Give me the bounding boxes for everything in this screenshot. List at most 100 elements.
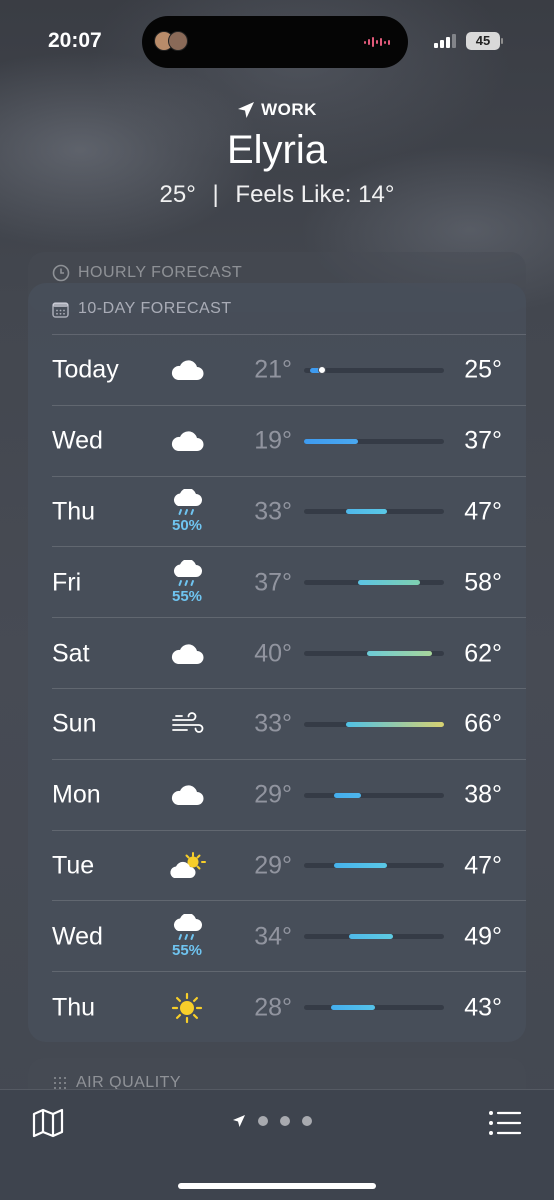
page-dot[interactable] bbox=[302, 1116, 312, 1126]
current-conditions: 25° | Feels Like: 14° bbox=[0, 181, 554, 209]
high-temp: 37° bbox=[464, 426, 502, 455]
cloud-icon bbox=[169, 429, 205, 453]
shareplay-avatars-icon bbox=[154, 31, 190, 53]
page-dot[interactable] bbox=[280, 1116, 290, 1126]
battery-cap-icon bbox=[501, 38, 503, 44]
high-temp: 47° bbox=[464, 851, 502, 880]
ten-day-forecast-title: 10-DAY FORECAST bbox=[78, 300, 232, 317]
temperature-range-fill bbox=[333, 792, 361, 798]
day-label: Today bbox=[52, 355, 119, 384]
day-label: Mon bbox=[52, 780, 101, 809]
low-temp: 37° bbox=[254, 568, 292, 597]
location-label: WORK bbox=[261, 100, 317, 119]
cloud-icon bbox=[169, 358, 205, 382]
forecast-row[interactable]: Mon 29° 38° bbox=[28, 760, 526, 831]
forecast-row[interactable]: Thu 28° 43° bbox=[28, 972, 526, 1043]
condition bbox=[162, 406, 212, 477]
cellular-signal-icon bbox=[434, 34, 460, 48]
high-temp: 66° bbox=[464, 709, 502, 738]
temperature-range-bar bbox=[304, 792, 444, 798]
condition bbox=[162, 689, 212, 760]
low-temp: 33° bbox=[254, 709, 292, 738]
temperature-range-bar bbox=[304, 438, 444, 444]
precip-chance: 55% bbox=[171, 588, 203, 606]
low-temp: 19° bbox=[254, 426, 292, 455]
forecast-row[interactable]: Tue 29° 47° bbox=[28, 831, 526, 902]
current-temperature: 25° bbox=[159, 181, 196, 208]
cloud-icon bbox=[169, 783, 205, 807]
forecast-row[interactable]: Sun 33° 66° bbox=[28, 689, 526, 760]
low-temp: 21° bbox=[254, 355, 292, 384]
temperature-range-fill bbox=[357, 580, 421, 586]
page-dot[interactable] bbox=[258, 1116, 268, 1126]
calendar-icon bbox=[52, 301, 69, 318]
forecast-row[interactable]: Wed 19° 37° bbox=[28, 406, 526, 477]
condition: 50% bbox=[162, 477, 212, 548]
location-list-icon[interactable] bbox=[488, 1110, 522, 1136]
feels-like: Feels Like: 14° bbox=[235, 181, 395, 208]
high-temp: 47° bbox=[464, 497, 502, 526]
day-label: Sun bbox=[52, 709, 97, 738]
forecast-row[interactable]: Today 21° 25° bbox=[28, 335, 526, 406]
forecast-row[interactable]: Thu 50% 33° 47° bbox=[28, 477, 526, 548]
temperature-range-bar bbox=[304, 721, 444, 727]
temperature-range-bar bbox=[304, 366, 444, 375]
low-temp: 33° bbox=[254, 497, 292, 526]
temperature-range-fill bbox=[348, 934, 394, 940]
condition: 55% bbox=[162, 901, 212, 972]
location-label-row: WORK bbox=[0, 100, 554, 120]
condition bbox=[162, 335, 212, 406]
ten-day-forecast-header: 10-DAY FORECAST bbox=[52, 300, 232, 318]
page-indicator[interactable] bbox=[232, 1114, 312, 1128]
high-temp: 38° bbox=[464, 780, 502, 809]
current-temp-dot bbox=[317, 366, 326, 375]
day-label: Sat bbox=[52, 639, 90, 668]
hourly-forecast-header: HOURLY FORECAST bbox=[52, 264, 242, 282]
forecast-row[interactable]: Wed 55% 34° 49° bbox=[28, 901, 526, 973]
hourly-forecast-title: HOURLY FORECAST bbox=[78, 264, 243, 281]
separator: | bbox=[212, 181, 219, 208]
temperature-range-bar bbox=[304, 1005, 444, 1011]
high-temp: 25° bbox=[464, 355, 502, 384]
ten-day-forecast-card[interactable]: 10-DAY FORECAST Today 21° 25° Wed 19° 37° Thu 5… bbox=[28, 283, 526, 1042]
rain-cloud-icon bbox=[170, 914, 204, 944]
dynamic-island[interactable] bbox=[142, 16, 408, 68]
temperature-range-bar bbox=[304, 863, 444, 869]
temperature-range-bar bbox=[304, 509, 444, 515]
map-icon[interactable] bbox=[32, 1108, 64, 1138]
home-indicator[interactable] bbox=[178, 1183, 376, 1189]
cloud-icon bbox=[169, 642, 205, 666]
clock-icon bbox=[52, 264, 70, 282]
status-time: 20:07 bbox=[48, 29, 102, 52]
temperature-range-fill bbox=[345, 509, 388, 515]
rain-cloud-icon bbox=[170, 560, 204, 590]
temperature-range-bar bbox=[304, 580, 444, 586]
condition bbox=[162, 618, 212, 689]
precip-chance: 50% bbox=[171, 517, 203, 535]
precip-chance: 55% bbox=[171, 942, 203, 960]
day-label: Wed bbox=[52, 426, 103, 455]
low-temp: 29° bbox=[254, 780, 292, 809]
condition: 55% bbox=[162, 547, 212, 618]
high-temp: 58° bbox=[464, 568, 502, 597]
partly-sunny-icon bbox=[167, 851, 207, 881]
day-label: Tue bbox=[52, 851, 95, 880]
forecast-row[interactable]: Fri 55% 37° 58° bbox=[28, 547, 526, 619]
current-location-page-icon[interactable] bbox=[232, 1114, 246, 1128]
day-label: Thu bbox=[52, 993, 96, 1022]
high-temp: 62° bbox=[464, 639, 502, 668]
battery-indicator: 45 bbox=[466, 32, 500, 50]
temperature-range-fill bbox=[333, 863, 388, 869]
day-label: Fri bbox=[52, 568, 82, 597]
rain-cloud-icon bbox=[170, 489, 204, 519]
temperature-range-bar bbox=[304, 651, 444, 657]
high-temp: 49° bbox=[464, 922, 502, 951]
high-temp: 43° bbox=[464, 993, 502, 1022]
temperature-range-fill bbox=[304, 438, 358, 444]
temperature-range-fill bbox=[345, 721, 444, 727]
forecast-row[interactable]: Sat 40° 62° bbox=[28, 618, 526, 689]
temperature-range-bar bbox=[304, 934, 444, 940]
audio-waveform-icon bbox=[364, 34, 392, 50]
temperature-range-fill bbox=[366, 651, 433, 657]
low-temp: 28° bbox=[254, 993, 292, 1022]
